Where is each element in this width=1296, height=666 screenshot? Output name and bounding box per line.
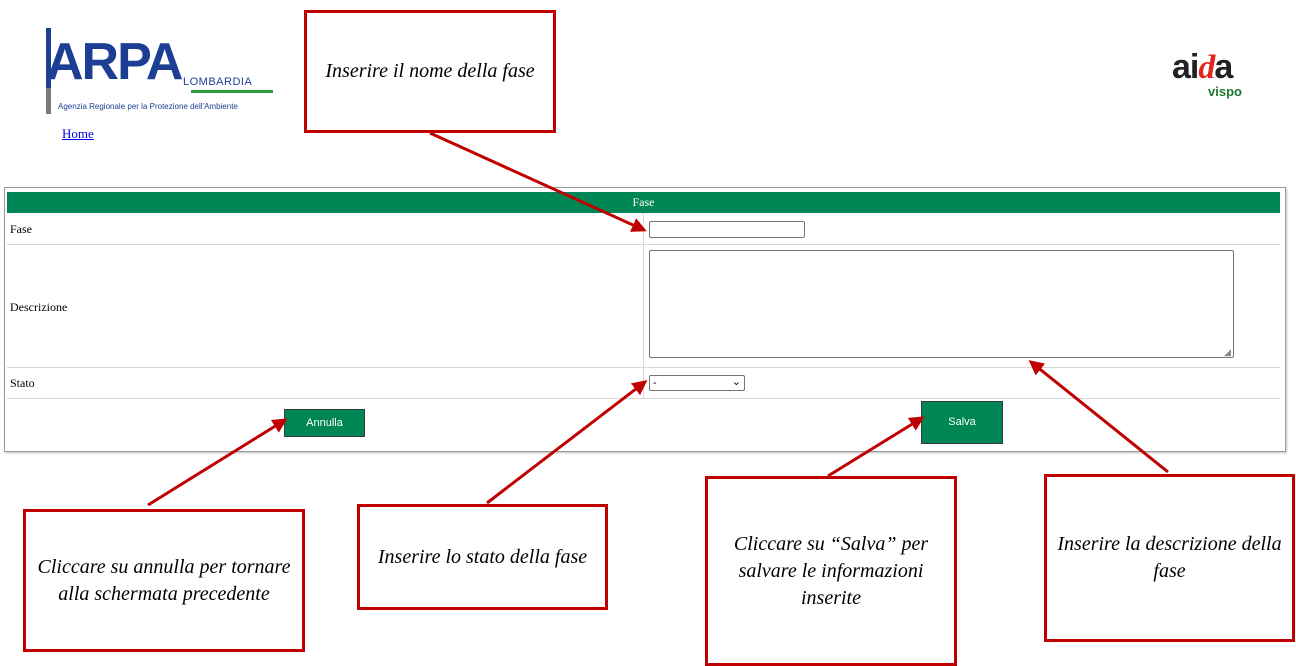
arpa-logo-word: ARPA: [46, 33, 183, 91]
chevron-down-icon: ⌄: [731, 376, 741, 388]
salva-button[interactable]: Salva: [921, 401, 1003, 444]
fase-input[interactable]: [649, 221, 805, 238]
callout-stato: Inserire lo stato della fase: [357, 504, 608, 610]
row-divider: [7, 398, 1280, 399]
aida-logo-word: aida: [1172, 48, 1233, 86]
callout-descrizione: Inserire la descrizione della fase: [1044, 474, 1295, 642]
form-title: Fase: [7, 192, 1280, 213]
arpa-logo-region: LOMBARDIA: [183, 76, 253, 88]
descrizione-textarea[interactable]: [649, 250, 1234, 358]
arpa-logo-green-line: [191, 90, 273, 93]
callout-salva: Cliccare su “Salva” per salvare le infor…: [705, 476, 957, 666]
aida-logo: aida vispo: [1172, 48, 1242, 99]
callout-annulla: Cliccare su annulla per tornare alla sch…: [23, 509, 305, 652]
annulla-button[interactable]: Annulla: [284, 409, 365, 437]
arpa-logo: ARPA LOMBARDIA Agenzia Regionale per la …: [46, 28, 276, 120]
aida-logo-subtitle: vispo: [1208, 84, 1242, 99]
resize-grip-icon[interactable]: ◢: [1224, 348, 1232, 357]
column-divider: [643, 213, 644, 398]
stato-label: Stato: [10, 376, 35, 390]
fase-label: Fase: [10, 222, 32, 236]
arpa-logo-subtitle: Agenzia Regionale per la Protezione dell…: [58, 102, 238, 111]
stato-select[interactable]: - ⌄: [649, 375, 745, 391]
stato-selected-value: -: [653, 377, 657, 389]
descrizione-label: Descrizione: [10, 300, 68, 314]
home-link[interactable]: Home: [62, 126, 94, 142]
callout-nome: Inserire il nome della fase: [304, 10, 556, 133]
